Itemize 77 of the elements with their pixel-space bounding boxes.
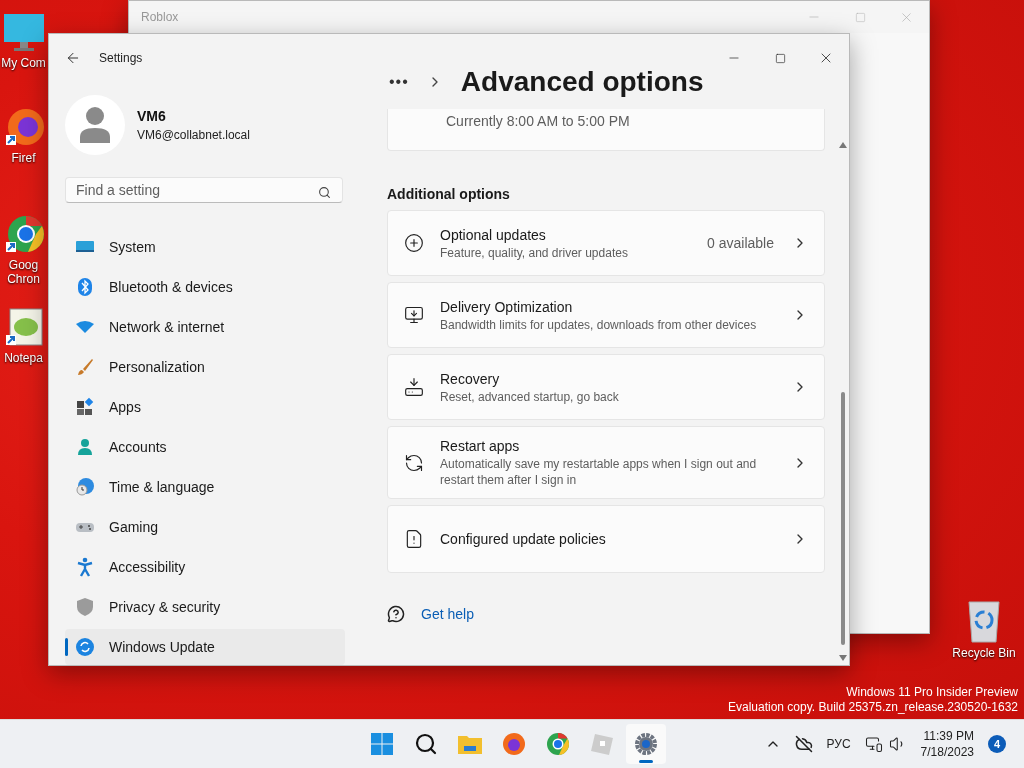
icon-label: Firef [11, 151, 36, 165]
shield-icon [75, 597, 95, 617]
settings-card[interactable]: Restart apps Automatically save my restartable apps when I sign out and restart them after I sign in [387, 426, 825, 499]
settings-card[interactable]: Configured update policies [387, 505, 825, 573]
sidebar-item[interactable]: Privacy & security [65, 589, 345, 625]
settings-card[interactable]: Recovery Reset, advanced startup, go back [387, 354, 825, 420]
card-title: Optional updates [440, 225, 547, 244]
gear-icon [634, 732, 658, 756]
user-name: VM6 [137, 108, 167, 125]
language-indicator[interactable]: РУС [826, 737, 851, 751]
search-icon [318, 185, 331, 199]
card-title: Recovery [440, 369, 501, 388]
sidebar-item[interactable]: Windows Update [65, 629, 345, 665]
monitor-download-icon [404, 305, 424, 325]
person-silhouette-icon [80, 107, 110, 144]
card-title: Delivery Optimization [440, 297, 574, 316]
sidebar-item[interactable]: Personalization [65, 349, 345, 385]
clock-time[interactable]: 11:39 PM [923, 728, 974, 744]
card-subtitle: Currently 8:00 AM to 5:00 PM [446, 113, 630, 129]
card-value: 0 available [707, 235, 774, 251]
watermark-text: Evaluation copy. Build 25375.zn_release.230520-1632 [728, 700, 1018, 715]
sidebar-item[interactable]: Apps [65, 389, 345, 425]
card-title: Configured update policies [440, 530, 607, 548]
icon-label: Notepa [4, 351, 43, 365]
search-field[interactable]: Find a setting [65, 176, 343, 203]
clock-date[interactable]: 7/18/2023 [920, 744, 974, 760]
settings-card[interactable]: Delivery Optimization Bandwidth limits for updates, downloads from other devices [387, 282, 825, 348]
notification-badge[interactable]: 4 [988, 735, 1006, 753]
maximize-icon [854, 11, 866, 23]
accessibility-icon [75, 557, 95, 577]
globe-clock-icon [75, 477, 95, 497]
sidebar-item[interactable]: Time & language [65, 469, 345, 505]
help-icon [387, 605, 405, 623]
search-icon [414, 732, 438, 756]
icon-label: Recycle Bin [952, 646, 1016, 660]
sync-icon [75, 637, 95, 657]
bluetooth-icon [75, 277, 95, 297]
sidebar-item[interactable]: System [65, 229, 345, 265]
apps-icon [75, 397, 95, 417]
watermark-text: Windows 11 Pro Insider Preview [845, 685, 1018, 700]
document-alert-icon [404, 529, 424, 549]
refresh-icon [404, 452, 424, 473]
window-title: Settings [99, 51, 144, 65]
scroll-down-icon [839, 655, 847, 661]
paintbrush-icon [75, 357, 95, 377]
window-title: Roblox [141, 10, 180, 24]
user-email: VM6@collabnet.local [137, 128, 250, 143]
settings-card[interactable]: Optional updates Feature, quality, and driver updates 0 available [387, 210, 825, 276]
section-title: Additional options [387, 186, 511, 202]
maximize-icon [774, 52, 786, 64]
cloud-off-icon[interactable] [794, 735, 813, 753]
settings-card[interactable]: Currently 8:00 AM to 5:00 PM [387, 109, 825, 151]
card-subtitle: Reset, advanced startup, go back [440, 388, 620, 405]
folder-icon [457, 733, 483, 755]
windows-logo-icon [370, 732, 394, 756]
firefox-icon [502, 732, 526, 756]
page-title: Advanced options [460, 66, 704, 98]
plus-circle-icon [404, 233, 424, 253]
card-subtitle: Automatically save my restartable apps when I sign out and restart them after I sign in [440, 456, 758, 488]
person-icon [75, 437, 95, 457]
card-title: Restart apps [440, 437, 521, 455]
sidebar-item[interactable]: Accessibility [65, 549, 345, 585]
card-subtitle: Bandwidth limits for updates, downloads from other devices [440, 316, 758, 333]
sidebar-item[interactable]: Gaming [65, 509, 345, 545]
sidebar-item[interactable]: Network & internet [65, 309, 345, 345]
icon-label: My Com [1, 56, 46, 70]
drive-download-icon [404, 377, 424, 397]
breadcrumb-more[interactable]: ••• [389, 73, 409, 91]
network-icon[interactable] [864, 735, 883, 753]
scroll-up-icon [839, 142, 847, 148]
sidebar-item[interactable]: Accounts [65, 429, 345, 465]
sidebar-item[interactable]: Bluetooth & devices [65, 269, 345, 305]
scrollbar-thumb[interactable] [841, 392, 845, 645]
icon-label: Goog Chron [7, 258, 40, 286]
chrome-icon [546, 732, 570, 756]
card-subtitle: Feature, quality, and driver updates [440, 244, 629, 261]
help-link[interactable]: Get help [421, 606, 474, 622]
